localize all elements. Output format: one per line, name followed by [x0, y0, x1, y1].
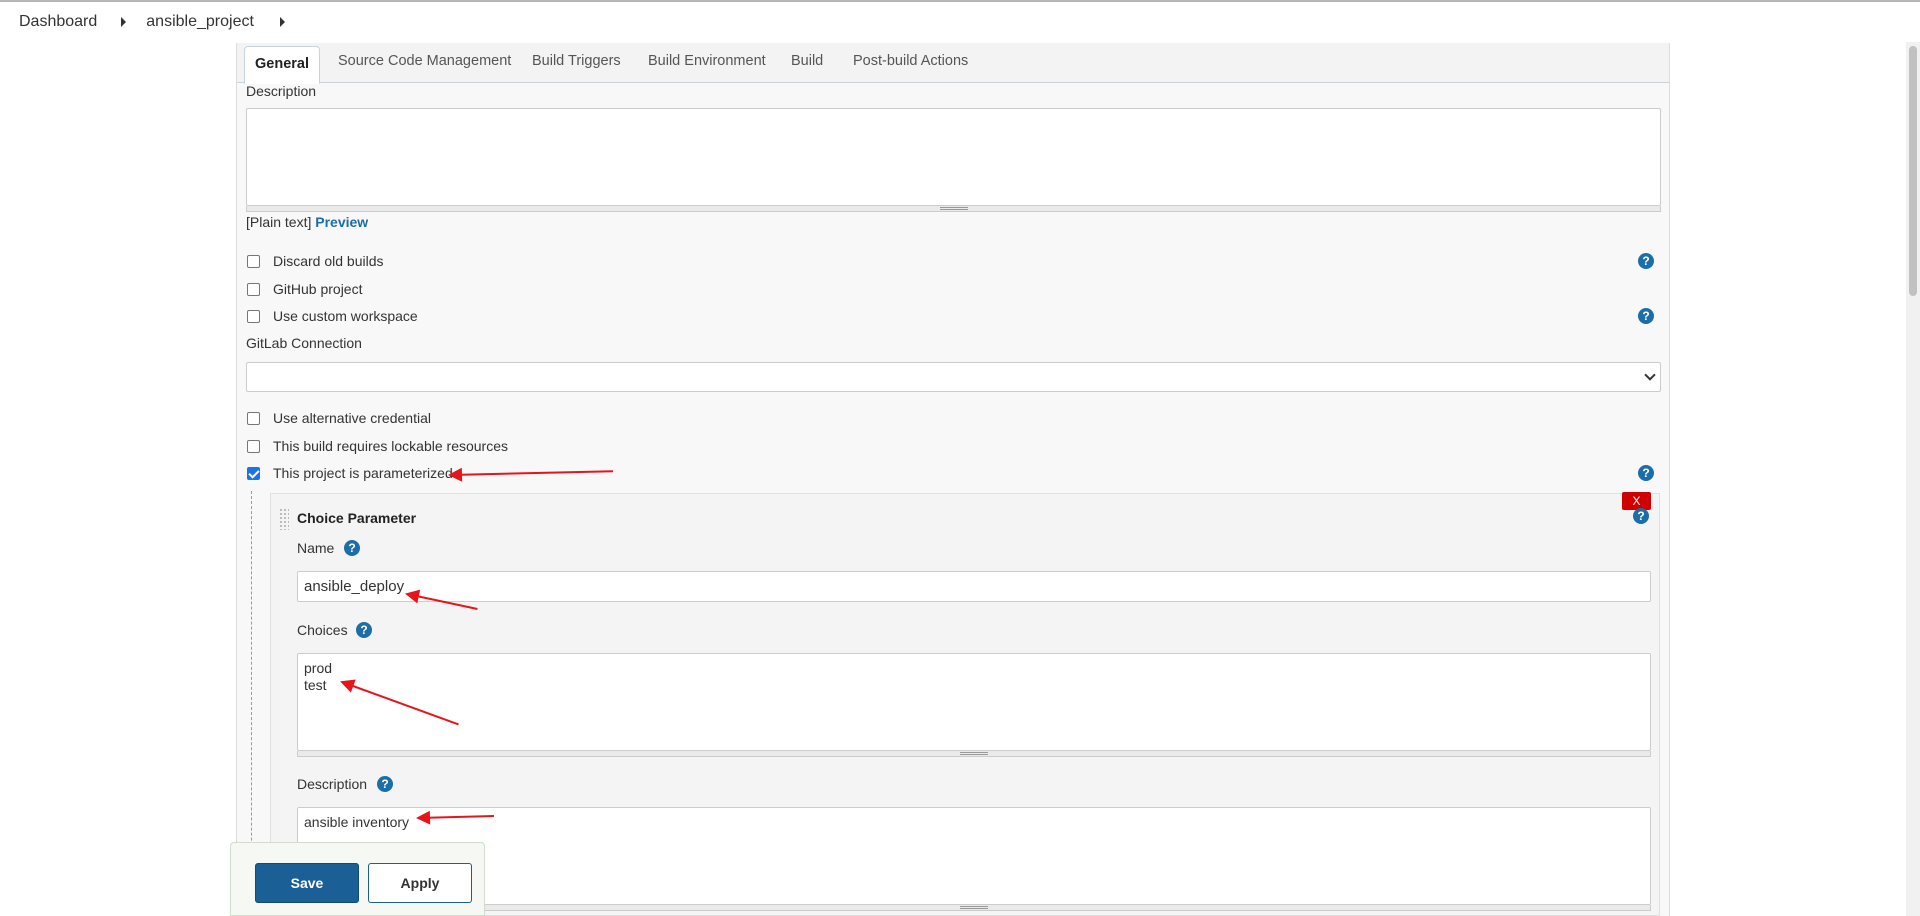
custom-workspace-checkbox[interactable] [247, 309, 260, 323]
plain-text-label: [Plain text] [246, 214, 312, 230]
preview-link[interactable]: Preview [315, 214, 368, 230]
alternative-credential-label: Use alternative credential [273, 410, 431, 426]
lockable-resources-checkbox[interactable] [247, 439, 260, 453]
option-lockable-resources[interactable]: This build requires lockable resources [245, 436, 508, 456]
chevron-down-icon [1644, 369, 1656, 381]
parameter-description-label: Description [297, 776, 368, 792]
help-icon[interactable]: ? [1638, 308, 1654, 324]
alternative-credential-checkbox[interactable] [247, 411, 260, 425]
scrollbar-thumb[interactable] [1909, 46, 1917, 296]
lockable-resources-label: This build requires lockable resources [273, 438, 508, 454]
option-custom-workspace[interactable]: Use custom workspace [245, 306, 418, 326]
gitlab-connection-select[interactable] [246, 362, 1661, 392]
breadcrumb: Dashboard ansible_project [0, 2, 1920, 42]
gitlab-connection-label: GitLab Connection [246, 335, 362, 351]
parameter-description-textarea[interactable]: ansible inventory [297, 807, 1651, 905]
vertical-scrollbar[interactable] [1906, 42, 1920, 916]
choices-resize-grip[interactable] [297, 751, 1651, 757]
tab-bar: General Source Code Management Build Tri… [237, 43, 1669, 84]
option-github-project[interactable]: GitHub project [245, 279, 362, 299]
drag-handle-icon[interactable] [279, 508, 289, 530]
choices-label: Choices [297, 622, 348, 638]
option-discard-old-builds[interactable]: Discard old builds [245, 251, 384, 271]
breadcrumb-separator-icon[interactable] [121, 17, 127, 27]
help-icon[interactable]: ? [344, 540, 360, 556]
help-icon[interactable]: ? [1638, 465, 1654, 481]
save-button[interactable]: Save [255, 863, 359, 903]
github-project-label: GitHub project [273, 281, 363, 297]
tab-build-environment[interactable]: Build Environment [648, 53, 766, 69]
description-textarea[interactable] [246, 108, 1661, 206]
github-project-checkbox[interactable] [247, 282, 260, 296]
help-icon[interactable]: ? [356, 622, 372, 638]
tab-source-code-management[interactable]: Source Code Management [338, 53, 511, 69]
help-icon[interactable]: ? [1633, 508, 1649, 524]
breadcrumb-separator-icon[interactable] [279, 17, 285, 27]
delete-parameter-button[interactable]: X [1622, 492, 1651, 510]
discard-old-builds-checkbox[interactable] [247, 254, 260, 268]
parameterized-checkbox[interactable] [247, 466, 260, 480]
form-footer: Save Apply [230, 842, 485, 916]
discard-old-builds-label: Discard old builds [273, 253, 384, 269]
apply-button[interactable]: Apply [368, 863, 472, 903]
choices-textarea[interactable]: prod test [297, 653, 1651, 751]
custom-workspace-label: Use custom workspace [273, 308, 418, 324]
option-parameterized[interactable]: This project is parameterized [245, 463, 453, 483]
breadcrumb-project[interactable]: ansible_project [146, 13, 254, 31]
description-label: Description [246, 83, 317, 99]
tab-build[interactable]: Build [791, 53, 823, 69]
option-alternative-credential[interactable]: Use alternative credential [245, 408, 431, 428]
breadcrumb-dashboard[interactable]: Dashboard [19, 13, 97, 31]
tab-build-triggers[interactable]: Build Triggers [532, 53, 621, 69]
parameter-description-resize-grip[interactable] [297, 905, 1651, 911]
markup-format: [Plain text] Preview [246, 214, 368, 230]
description-resize-grip[interactable] [246, 206, 1661, 212]
help-icon[interactable]: ? [377, 776, 393, 792]
name-label: Name [297, 540, 335, 556]
choice-parameter-title: Choice Parameter [297, 510, 417, 526]
tab-post-build-actions[interactable]: Post-build Actions [853, 53, 968, 69]
help-icon[interactable]: ? [1638, 253, 1654, 269]
parameterized-label: This project is parameterized [273, 465, 453, 481]
parameter-name-input[interactable]: ansible_deploy [297, 571, 1651, 602]
tab-general[interactable]: General [244, 46, 320, 84]
